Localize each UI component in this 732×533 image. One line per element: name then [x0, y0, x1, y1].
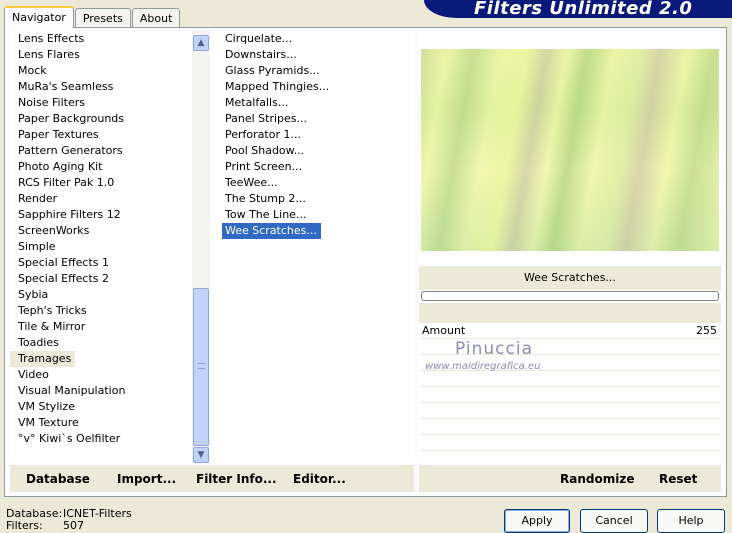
category-item[interactable]: Special Effects 2 [10, 271, 211, 287]
category-item[interactable]: Photo Aging Kit [10, 159, 211, 175]
filter-item[interactable]: Cirquelate... [222, 31, 415, 47]
apply-button[interactable]: Apply [504, 509, 570, 533]
category-item[interactable]: Tile & Mirror [10, 319, 211, 335]
category-item[interactable]: VM Texture [10, 415, 211, 431]
tab-strip: Navigator Presets About [4, 6, 181, 28]
reset-button[interactable]: Reset [659, 472, 697, 486]
navigator-panel: Lens Effects Lens Flares Mock MuRa's Seamle… [4, 27, 727, 497]
category-item[interactable]: Sapphire Filters 12 [10, 207, 211, 223]
category-item[interactable]: Paper Backgrounds [10, 111, 211, 127]
category-item[interactable]: ScreenWorks [10, 223, 211, 239]
filter-item[interactable]: Print Screen... [222, 159, 415, 175]
category-list[interactable]: Lens Effects Lens Flares Mock MuRa's Seamle… [10, 31, 211, 463]
help-button[interactable]: Help [657, 509, 725, 533]
category-item[interactable]: Simple [10, 239, 211, 255]
filter-item[interactable]: Glass Pyramids... [222, 63, 415, 79]
param-row-amount[interactable]: Amount 255 [421, 323, 719, 339]
randomize-button[interactable]: Randomize [560, 472, 634, 486]
category-item[interactable]: Lens Effects [10, 31, 211, 47]
filter-item[interactable]: Downstairs... [222, 47, 415, 63]
preview-pane: Wee Scratches... Amount 255 Pinuccia www… [419, 31, 721, 463]
category-item[interactable]: MuRa's Seamless [10, 79, 211, 95]
progress-bar [421, 291, 719, 301]
category-scrollbar[interactable]: ▲ ▼ [192, 31, 210, 463]
filters-count: 507 [63, 519, 84, 532]
category-item[interactable]: Lens Flares [10, 47, 211, 63]
param-name: Amount [422, 324, 466, 337]
category-item[interactable]: Visual Manipulation [10, 383, 211, 399]
selected-filter-title: Wee Scratches... [419, 266, 721, 290]
scroll-thumb[interactable] [193, 288, 209, 446]
param-value: 255 [696, 324, 717, 337]
category-item[interactable]: Render [10, 191, 211, 207]
cancel-button[interactable]: Cancel [580, 509, 648, 533]
tab-navigator[interactable]: Navigator [4, 6, 74, 28]
database-button[interactable]: Database [26, 472, 90, 486]
category-item[interactable]: Pattern Generators [10, 143, 211, 159]
filter-item[interactable]: Metalfalls... [222, 95, 415, 111]
filter-item[interactable]: The Stump 2... [222, 191, 415, 207]
category-item[interactable]: Paper Textures [10, 127, 211, 143]
category-item[interactable]: Tramages [10, 351, 76, 367]
filter-item[interactable]: TeeWee... [222, 175, 415, 191]
category-item[interactable]: RCS Filter Pak 1.0 [10, 175, 211, 191]
status-area: Database: ICNET-Filters Filters: 507 [6, 508, 132, 532]
category-item[interactable]: Sybia [10, 287, 211, 303]
app-logo: Filters Unlimited 2.0 [424, 0, 732, 18]
category-item[interactable]: Special Effects 1 [10, 255, 211, 271]
category-item[interactable]: Noise Filters [10, 95, 211, 111]
category-item[interactable]: Teph's Tricks [10, 303, 211, 319]
category-item[interactable]: Video [10, 367, 211, 383]
tab-presets[interactable]: Presets [74, 8, 131, 28]
watermark-name: Pinuccia [455, 339, 533, 359]
category-item[interactable]: Mock [10, 63, 211, 79]
import-button[interactable]: Import... [117, 472, 176, 486]
filter-item[interactable]: Perforator 1... [222, 127, 415, 143]
preview-image [421, 49, 719, 251]
filters-label: Filters: [6, 519, 43, 532]
filter-info-button[interactable]: Filter Info... [196, 472, 277, 486]
editor-button[interactable]: Editor... [293, 472, 346, 486]
watermark-url: www.maidiregrafica.eu [425, 361, 541, 372]
filter-item[interactable]: Tow The Line... [222, 207, 415, 223]
scroll-down-icon[interactable]: ▼ [193, 447, 209, 463]
filter-list[interactable]: Cirquelate... Downstairs... Glass Pyramids… [214, 31, 415, 463]
tab-about[interactable]: About [131, 8, 181, 28]
filter-item[interactable]: Panel Stripes... [222, 111, 415, 127]
filter-item[interactable]: Wee Scratches... [222, 223, 321, 239]
grip-icon [198, 363, 205, 369]
filter-item[interactable]: Mapped Thingies... [222, 79, 415, 95]
filter-item[interactable]: Pool Shadow... [222, 143, 415, 159]
category-item[interactable]: Toadies [10, 335, 211, 351]
category-item[interactable]: °v° Kiwi`s Oelfilter [10, 431, 211, 447]
left-toolbar: Database Import... Filter Info... Editor… [10, 465, 414, 492]
scroll-up-icon[interactable]: ▲ [193, 35, 209, 51]
category-item[interactable]: VM Stylize [10, 399, 211, 415]
right-toolbar: Randomize Reset [419, 465, 721, 492]
